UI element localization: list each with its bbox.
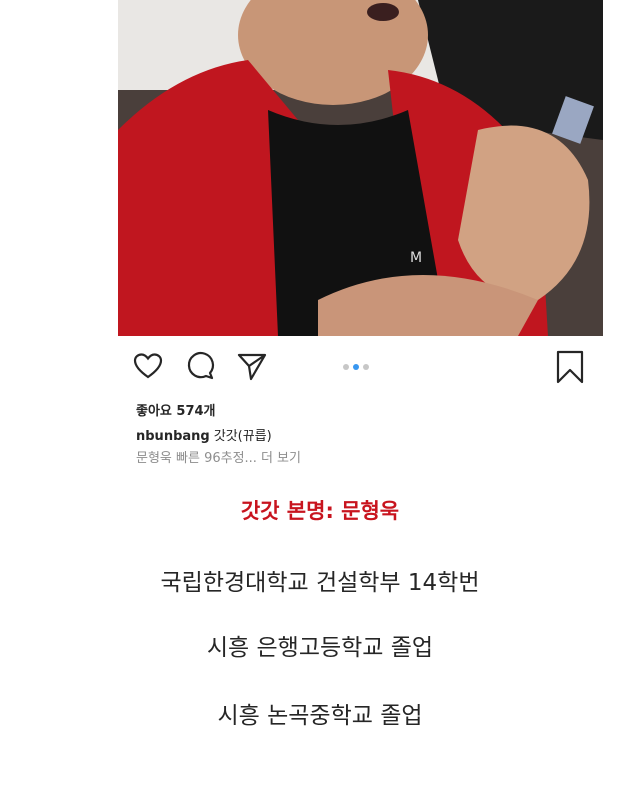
post-image-illustration: M: [118, 0, 603, 336]
overlay-line-university: 국립한경대학교 건설학부 14학번: [160, 570, 480, 596]
svg-text:M: M: [410, 250, 422, 266]
carousel-dot-active: [353, 364, 359, 370]
caption-preview: 문형욱 빠른 96추정... 더 보기: [136, 447, 301, 466]
carousel-dot: [363, 364, 369, 370]
overlay-line-middleschool: 시흥 논곡중학교 졸업: [217, 703, 423, 729]
carousel-indicator: [343, 364, 369, 370]
overlay-line-highschool: 시흥 은행고등학교 졸업: [206, 635, 434, 661]
overlay-headline: 갓갓 본명: 문형욱: [240, 499, 400, 523]
post-image[interactable]: M: [118, 0, 603, 336]
carousel-dot: [343, 364, 349, 370]
share-icon[interactable]: [236, 350, 268, 382]
post-caption: nbunbang 갓갓(뀨릅): [136, 425, 272, 444]
comment-icon[interactable]: [184, 350, 216, 382]
likes-count[interactable]: 좋아요 574개: [136, 400, 216, 419]
username-link[interactable]: nbunbang: [136, 429, 210, 444]
bookmark-icon[interactable]: [554, 350, 586, 384]
caption-preview-text: 문형욱 빠른 96추정...: [136, 451, 257, 466]
heart-icon[interactable]: [132, 350, 164, 382]
caption-text: 갓갓(뀨릅): [213, 429, 272, 444]
more-link[interactable]: 더 보기: [261, 451, 301, 466]
post-actions: [130, 350, 600, 386]
